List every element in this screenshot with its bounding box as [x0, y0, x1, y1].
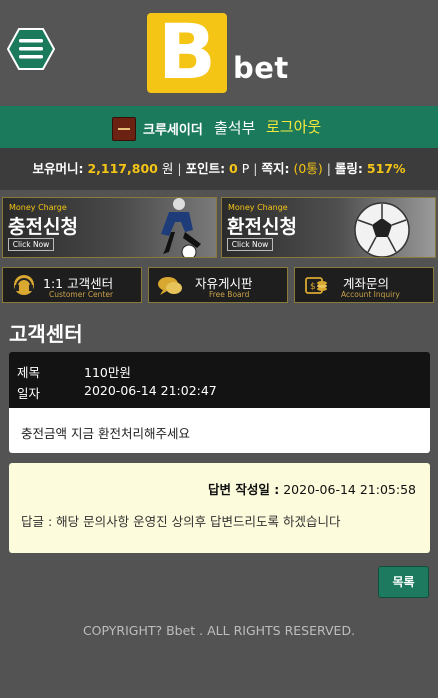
- post-subject-value: 110만원: [84, 365, 131, 380]
- money-label: 보유머니:: [32, 161, 84, 176]
- free-board-sub: Free Board: [209, 290, 250, 299]
- point-label: 포인트:: [185, 161, 226, 176]
- money-unit: 원: [161, 161, 174, 176]
- message-count[interactable]: (0통): [293, 161, 322, 176]
- svg-text:$: $: [310, 282, 316, 292]
- list-button[interactable]: 목록: [378, 566, 429, 598]
- customer-center-button[interactable]: 1:1 고객센터 Customer Center: [2, 267, 142, 303]
- post-date-label: 일자: [17, 386, 41, 401]
- message-label: 쪽지:: [261, 161, 290, 176]
- charge-click-now-button[interactable]: Click Now: [8, 238, 54, 251]
- account-info-bar: 보유머니: 2,117,800 원 | 포인트: 0 P | 쪽지: (0통) | 롤링: …: [0, 148, 438, 190]
- post-content: 충전금액 지금 환전처리해주세요: [21, 426, 190, 441]
- point-unit: P: [241, 161, 250, 176]
- chat-bubble-icon: [158, 277, 182, 295]
- charge-banner-sub: Money Charge: [9, 203, 67, 212]
- hamburger-menu-icon[interactable]: [6, 28, 56, 70]
- exchange-banner-title: 환전신청: [227, 216, 297, 238]
- logout-link[interactable]: 로그아웃: [266, 116, 321, 137]
- answer-date: 답변 작성일 : 2020-06-14 21:05:58: [208, 479, 416, 498]
- account-inquiry-button[interactable]: $ 계좌문의 Account Inquiry: [294, 267, 434, 303]
- free-board-button[interactable]: 자유게시판 Free Board: [148, 267, 288, 303]
- money-value: 2,117,800: [87, 161, 158, 176]
- rolling-value: 517%: [366, 161, 406, 176]
- post-date-value: 2020-06-14 21:02:47: [84, 383, 217, 398]
- exchange-click-now-button[interactable]: Click Now: [227, 238, 273, 251]
- answer-date-label: 답변 작성일 :: [208, 482, 280, 497]
- point-value: 0: [229, 161, 238, 176]
- headset-icon: [14, 275, 34, 295]
- answer-date-value: 2020-06-14 21:05:58: [283, 482, 416, 497]
- customer-center-sub: Customer Center: [49, 290, 114, 299]
- rank-badge-icon: [112, 117, 136, 141]
- soccer-player-icon: [161, 198, 201, 257]
- account-inquiry-sub: Account Inquiry: [341, 290, 400, 299]
- charge-banner[interactable]: Money Charge 충전신청 Click Now: [2, 197, 217, 258]
- top-header: B bet: [0, 0, 438, 106]
- charge-banner-title: 충전신청: [8, 216, 78, 238]
- logo-badge: B: [147, 7, 227, 96]
- exchange-banner[interactable]: Money Change 환전신청 Click Now: [221, 197, 436, 258]
- logo-letter: B: [158, 7, 216, 96]
- coins-icon: $: [305, 277, 327, 294]
- post-header: 제목 110만원 일자 2020-06-14 21:02:47: [9, 352, 430, 408]
- logo-text: bet: [233, 51, 289, 85]
- post-subject-label: 제목: [17, 365, 41, 380]
- attendance-link[interactable]: 출석부: [214, 117, 255, 138]
- answer-box: 답변 작성일 : 2020-06-14 21:05:58 답글 : 해당 문의사…: [9, 463, 430, 553]
- exchange-banner-sub: Money Change: [228, 203, 288, 212]
- post-body: 충전금액 지금 환전처리해주세요: [9, 408, 430, 453]
- soccer-ball-icon: [354, 202, 410, 257]
- copyright-text: COPYRIGHT? Bbet . ALL RIGHTS RESERVED.: [82, 623, 356, 638]
- site-logo[interactable]: B bet: [147, 7, 297, 96]
- user-nickname: 크루세이더: [143, 123, 203, 138]
- page-title: 고객센터: [9, 322, 83, 346]
- answer-text: 답글 : 해당 문의사항 운영진 상의후 답변드리도록 하겠습니다: [21, 514, 341, 529]
- rolling-label: 롤링:: [334, 161, 363, 176]
